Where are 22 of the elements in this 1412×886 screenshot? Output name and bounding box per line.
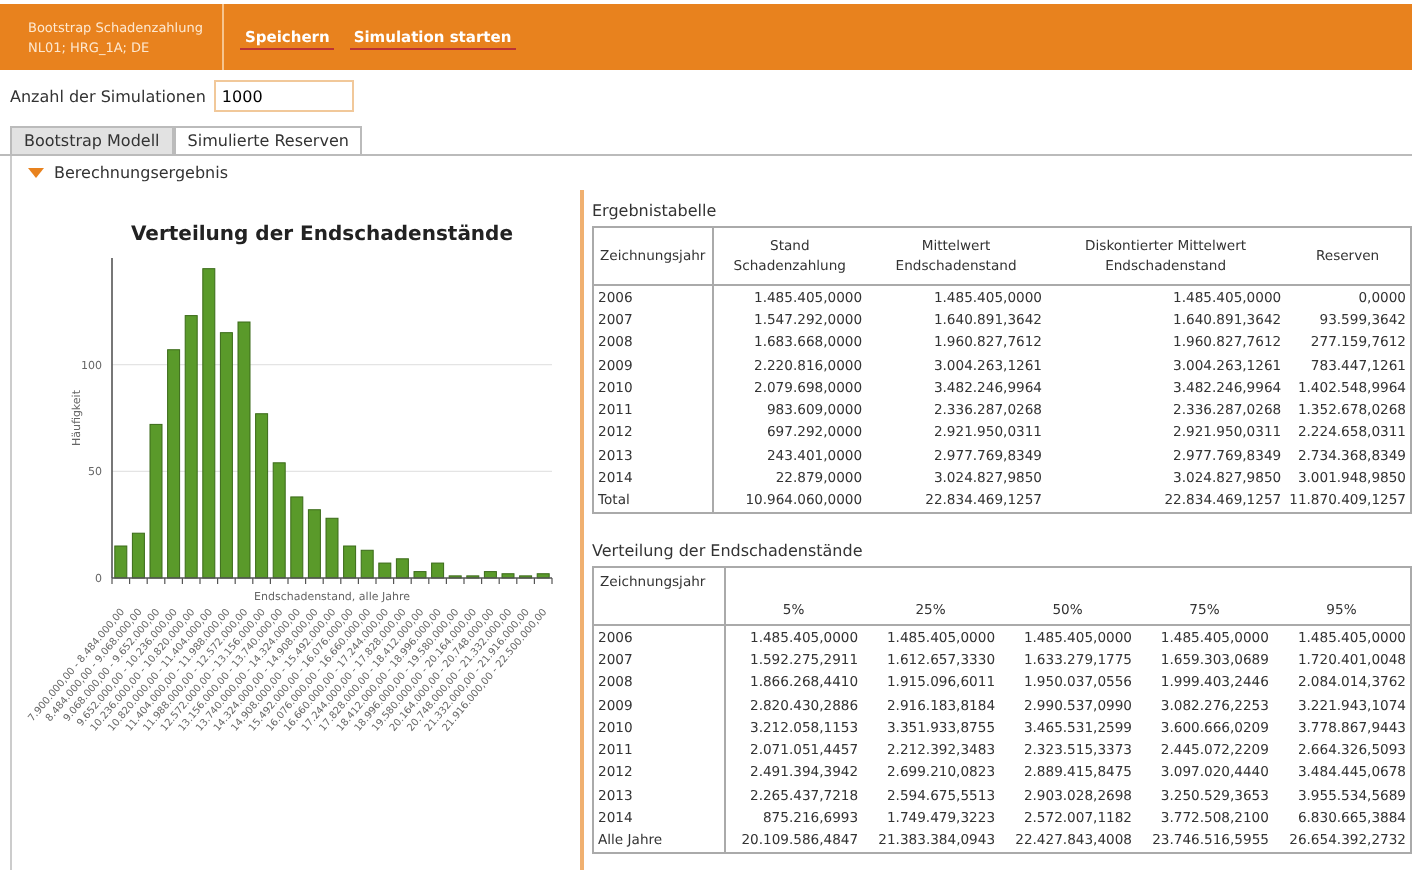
histogram-bar: [413, 571, 427, 579]
tab[interactable]: Simulierte Reserven: [173, 126, 363, 154]
simulations-label: Anzahl der Simulationen: [10, 87, 206, 105]
histogram-bar: [501, 573, 515, 579]
chart-title: Verteilung der Endschadenstände: [131, 224, 513, 246]
histogram-bar: [131, 532, 145, 579]
histogram-bar: [536, 573, 550, 579]
histogram-bar: [360, 549, 374, 579]
table-title: Ergebnistabelle: [592, 200, 719, 224]
histogram-bar: [290, 496, 304, 579]
histogram-bar: [325, 517, 339, 579]
histogram-bar: [483, 571, 497, 579]
caret-icon[interactable]: [28, 167, 44, 179]
table-title: Verteilung der Endschadenstände: [592, 539, 865, 564]
section-title[interactable]: Berechnungsergebnis: [54, 164, 228, 182]
histogram-bar: [395, 558, 409, 579]
histogram-bar: [343, 545, 357, 579]
tab[interactable]: Bootstrap Modell: [10, 126, 174, 154]
simulations-input[interactable]: 1000: [213, 80, 354, 112]
histogram-bar: [307, 509, 321, 579]
histogram-bar: [272, 462, 286, 579]
histogram-bar: [114, 545, 128, 579]
